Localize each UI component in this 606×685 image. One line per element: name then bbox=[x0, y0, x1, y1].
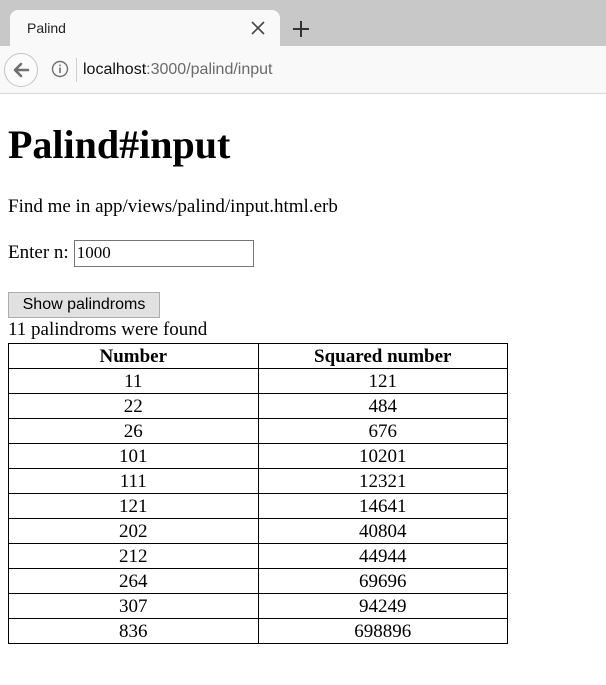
table-row: 307 94249 bbox=[8, 593, 508, 619]
page-title: Palind#input bbox=[8, 122, 231, 167]
tab-bar: Palind bbox=[0, 0, 606, 46]
number-cell: 101 bbox=[8, 443, 259, 469]
table-row: 22 484 bbox=[8, 393, 508, 419]
squared-number-cell: 484 bbox=[257, 393, 508, 419]
url-path: :3000/palind/input bbox=[146, 61, 273, 78]
squared-number-cell: 676 bbox=[257, 418, 508, 444]
squared-number-cell: 14641 bbox=[257, 493, 508, 519]
back-arrow-icon bbox=[13, 62, 30, 78]
url-host: localhost bbox=[83, 61, 147, 78]
number-cell: 264 bbox=[8, 568, 259, 594]
squared-number-cell: 698896 bbox=[257, 618, 508, 644]
squared-number-cell: 12321 bbox=[257, 468, 508, 494]
n-form-row: Enter n: bbox=[8, 239, 254, 267]
number-cell: 11 bbox=[8, 368, 259, 394]
table-row: 202 40804 bbox=[8, 518, 508, 544]
column-header-squared: Squared number bbox=[257, 343, 508, 369]
number-cell: 212 bbox=[8, 543, 259, 569]
close-icon[interactable] bbox=[248, 18, 268, 38]
squared-number-cell: 44944 bbox=[257, 543, 508, 569]
tab-title: Palind bbox=[27, 20, 66, 36]
back-button[interactable] bbox=[4, 53, 38, 87]
squared-number-cell: 69696 bbox=[257, 568, 508, 594]
plus-icon[interactable] bbox=[290, 18, 312, 40]
browser-tab[interactable]: Palind bbox=[10, 10, 280, 46]
number-cell: 202 bbox=[8, 518, 259, 544]
show-palindroms-button[interactable]: Show palindroms bbox=[8, 292, 160, 318]
found-count: 11 palindroms were found bbox=[8, 319, 208, 340]
number-cell: 836 bbox=[8, 618, 259, 644]
table-header-row: Number Squared number bbox=[8, 343, 508, 369]
number-cell: 111 bbox=[8, 468, 259, 494]
number-cell: 307 bbox=[8, 593, 259, 619]
table-row: 212 44944 bbox=[8, 543, 508, 569]
view-path-hint: Find me in app/views/palind/input.html.e… bbox=[8, 196, 338, 217]
column-header-number: Number bbox=[8, 343, 259, 369]
results-body: 11 121 22 484 26 676 101 10201 111 12321 121 14641 2… bbox=[8, 368, 508, 644]
n-input[interactable] bbox=[73, 239, 254, 267]
table-row: 101 10201 bbox=[8, 443, 508, 469]
squared-number-cell: 10201 bbox=[257, 443, 508, 469]
url-field[interactable]: localhost:3000/palind/input bbox=[83, 58, 272, 82]
number-cell: 22 bbox=[8, 393, 259, 419]
table-row: 264 69696 bbox=[8, 568, 508, 594]
table-row: 836 698896 bbox=[8, 618, 508, 644]
info-icon[interactable] bbox=[50, 59, 70, 79]
n-input-label: Enter n: bbox=[8, 242, 69, 263]
number-cell: 26 bbox=[8, 418, 259, 444]
url-separator bbox=[76, 58, 77, 82]
squared-number-cell: 40804 bbox=[257, 518, 508, 544]
squared-number-cell: 121 bbox=[257, 368, 508, 394]
results-table: Number Squared number 11 121 22 484 26 676 101… bbox=[8, 343, 508, 644]
table-row: 111 12321 bbox=[8, 468, 508, 494]
table-row: 26 676 bbox=[8, 418, 508, 444]
table-row: 11 121 bbox=[8, 368, 508, 394]
address-bar: localhost:3000/palind/input bbox=[0, 46, 606, 94]
squared-number-cell: 94249 bbox=[257, 593, 508, 619]
number-cell: 121 bbox=[8, 493, 259, 519]
table-row: 121 14641 bbox=[8, 493, 508, 519]
